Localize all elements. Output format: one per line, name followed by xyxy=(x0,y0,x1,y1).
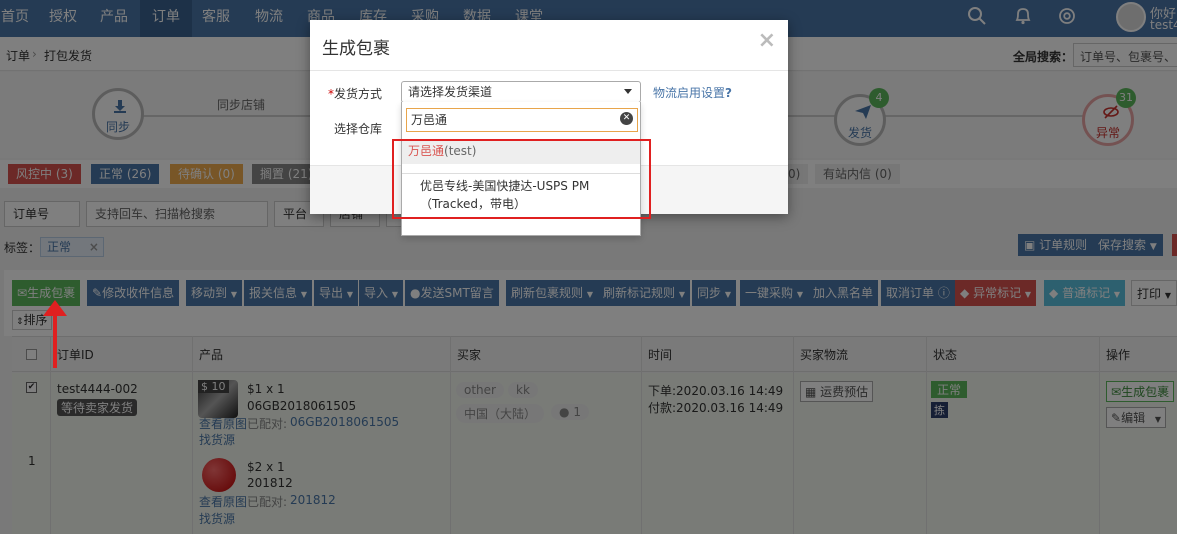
modal-header-divider xyxy=(310,70,788,71)
ship-method-select[interactable]: 请选择发货渠道 xyxy=(401,81,641,103)
chevron-down-icon xyxy=(624,89,632,94)
modal-title: 生成包裹 xyxy=(322,39,390,59)
close-icon[interactable]: × xyxy=(758,28,776,53)
logistics-setting-link[interactable]: 物流启用设置? xyxy=(653,84,732,101)
ship-method-label: *发货方式 xyxy=(328,87,383,101)
help-icon[interactable]: ? xyxy=(725,86,732,100)
annotation-arrow xyxy=(43,300,67,368)
warehouse-label: 选择仓库 xyxy=(334,122,383,136)
highlight-box xyxy=(392,139,651,219)
clear-icon[interactable]: ✕ xyxy=(620,112,633,125)
dropdown-search-input[interactable]: 万邑通 xyxy=(406,108,638,132)
